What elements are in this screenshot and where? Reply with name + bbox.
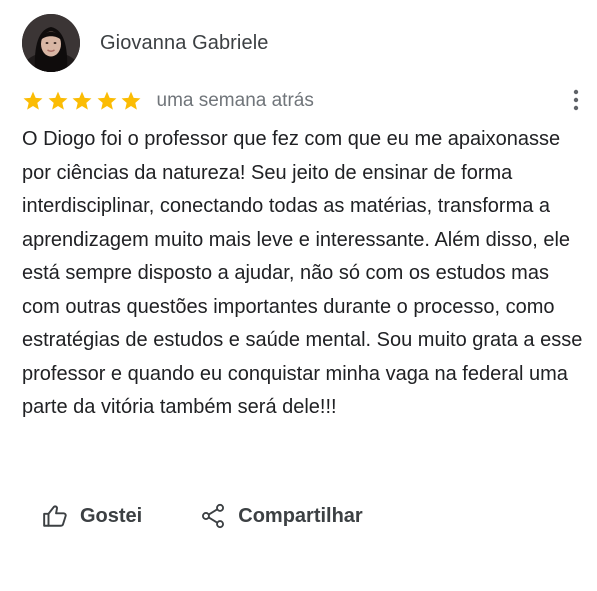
thumbs-up-icon	[43, 505, 67, 527]
share-label: Compartilhar	[238, 504, 363, 527]
star-icon	[48, 91, 67, 110]
review-date: uma semana atrás	[156, 90, 314, 111]
star-icon	[72, 91, 92, 110]
more-options-button[interactable]	[566, 86, 586, 114]
share-button[interactable]: Compartilhar	[200, 503, 363, 529]
avatar[interactable]	[22, 14, 80, 72]
star-rating	[22, 90, 145, 112]
share-icon	[202, 503, 225, 529]
review-text: O Diogo foi o professor que fez com que …	[22, 128, 583, 418]
avatar-photo	[22, 14, 80, 72]
star-icon	[121, 91, 141, 110]
review-header: Giovanna Gabriele	[22, 14, 268, 72]
star-icon	[97, 91, 116, 110]
rating-row: uma semana atrás	[22, 88, 314, 114]
like-button[interactable]: Gostei	[42, 503, 142, 529]
star-icon	[23, 91, 43, 110]
like-label: Gostei	[80, 504, 143, 527]
review-actions: Gostei Compartilhar	[42, 496, 363, 536]
more-vert-icon	[573, 89, 579, 111]
author-name[interactable]: Giovanna Gabriele	[100, 32, 268, 55]
